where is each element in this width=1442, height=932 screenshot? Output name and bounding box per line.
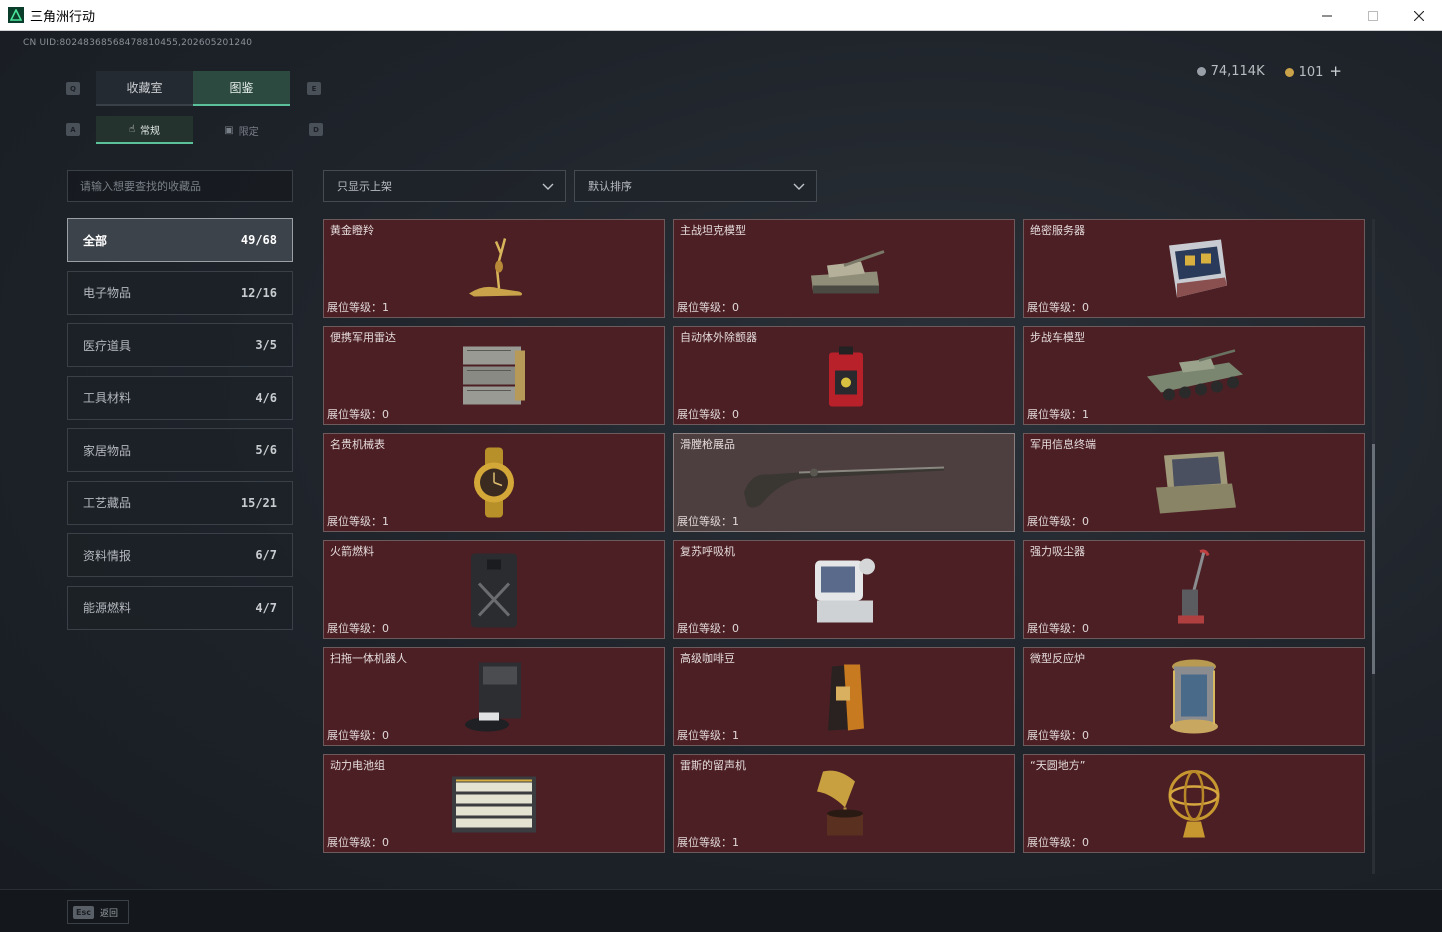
vacuum-icon [1134, 549, 1254, 627]
back-label: 返回 [99, 908, 118, 919]
item-card[interactable]: 步战车模型 展位等级：1 [1023, 326, 1365, 425]
tab-catalog[interactable]: 图鉴 [193, 71, 290, 106]
radar-icon [434, 338, 554, 413]
ifv-icon [1134, 338, 1254, 413]
item-card[interactable]: 便携军用雷达 展位等级：0 [323, 326, 665, 425]
player-uid: CN UID:8024836856847881045​5,20260520124… [23, 38, 253, 48]
gold-currency[interactable]: 101 + [1284, 62, 1342, 80]
grid-scrollbar[interactable] [1372, 219, 1375, 874]
maximize-button[interactable] [1350, 0, 1396, 31]
category-tools[interactable]: 工具材料 4/6 [67, 375, 293, 420]
battery-pack-icon [434, 766, 554, 841]
shelf-filter-value: 只显示上架 [337, 180, 392, 193]
item-card[interactable]: 扫拖一体机器人 展位等级：0 [323, 647, 665, 746]
category-crafts[interactable]: 工艺藏品 15/21 [67, 480, 293, 525]
key-hint-a: A [66, 123, 80, 136]
category-intel[interactable]: 资料情报 6/7 [67, 533, 293, 577]
collection-grid: 黄金瞪羚 展位等级：1 主战坦克模型 展位等级：0 绝密服务器 展位等级：0 便… [323, 219, 1365, 853]
add-currency-button[interactable]: + [1329, 62, 1342, 80]
armillary-sphere-icon [1134, 766, 1254, 841]
app-logo-icon [8, 7, 24, 23]
item-card[interactable]: “天圆地方” 展位等级：0 [1023, 754, 1365, 853]
item-card[interactable]: 强力吸尘器 展位等级：0 [1023, 540, 1365, 639]
key-hint-d: D [309, 123, 323, 136]
currency-bar: 74,114K 101 + [1196, 62, 1342, 80]
item-card[interactable]: 军用信息终端 展位等级：0 [1023, 433, 1365, 532]
item-card[interactable]: 自动体外除颤器 展位等级：0 [673, 326, 1015, 425]
gramophone-icon [784, 766, 904, 841]
close-button[interactable] [1396, 0, 1442, 31]
sub-tabs: ☝ 常规 ▣ 限定 [96, 116, 290, 144]
robot-mop-icon [434, 659, 554, 734]
category-electronics[interactable]: 电子物品 12/16 [67, 270, 293, 315]
item-card[interactable]: 黄金瞪羚 展位等级：1 [323, 219, 665, 318]
item-card[interactable]: 绝密服务器 展位等级：0 [1023, 219, 1365, 318]
minimize-button[interactable] [1304, 0, 1350, 31]
item-card[interactable]: 名贵机械表 展位等级：1 [323, 433, 665, 532]
watch-icon [434, 445, 554, 520]
back-button[interactable]: Esc 返回 [67, 900, 129, 924]
tank-icon [784, 231, 904, 306]
search-box [67, 170, 293, 202]
window-titlebar: 三角洲行动 [0, 0, 1442, 31]
category-medical[interactable]: 医疗道具 3/5 [67, 323, 293, 367]
subtab-regular[interactable]: ☝ 常规 [96, 116, 193, 144]
chevron-down-icon [793, 183, 805, 190]
image-icon: ▣ [224, 124, 234, 136]
server-icon [1134, 231, 1254, 306]
gazelle-icon [434, 231, 554, 306]
shelf-filter-dropdown[interactable]: 只显示上架 [323, 170, 566, 202]
tab-collection-room[interactable]: 收藏室 [96, 71, 193, 106]
bottom-bar: Esc 返回 [0, 889, 1442, 932]
item-card[interactable]: 滑膛枪展品 展位等级：1 [673, 433, 1015, 532]
item-card[interactable]: 复苏呼吸机 展位等级：0 [673, 540, 1015, 639]
musket-icon [739, 445, 949, 520]
defibrillator-icon [784, 338, 904, 413]
sort-dropdown[interactable]: 默认排序 [574, 170, 817, 202]
jerrycan-icon [434, 552, 554, 628]
item-card[interactable]: 高级咖啡豆 展位等级：1 [673, 647, 1015, 746]
silver-currency: 74,114K [1196, 64, 1265, 79]
item-card[interactable]: 火箭燃料 展位等级：0 [323, 540, 665, 639]
key-hint-q: Q [66, 82, 80, 95]
search-input[interactable] [80, 179, 292, 193]
category-list: 全部 49/68 电子物品 12/16 医疗道具 3/5 工具材料 4/6 家居物品 5/… [67, 218, 293, 638]
reactor-icon [1134, 659, 1254, 734]
ventilator-icon [784, 552, 904, 627]
sort-value: 默认排序 [588, 180, 632, 193]
game-viewport: CN UID:8024836856847881045​5,20260520124… [0, 31, 1442, 932]
key-hint-e: E [307, 82, 321, 95]
item-card[interactable]: 微型反应炉 展位等级：0 [1023, 647, 1365, 746]
chevron-down-icon [542, 183, 554, 190]
window-title: 三角洲行动 [30, 9, 96, 25]
main-tabs: 收藏室 图鉴 [96, 71, 290, 106]
item-card[interactable]: 雷斯的留声机 展位等级：1 [673, 754, 1015, 853]
item-card[interactable]: 动力电池组 展位等级：0 [323, 754, 665, 853]
subtab-limited[interactable]: ▣ 限定 [193, 116, 290, 144]
terminal-icon [1134, 445, 1254, 520]
item-card[interactable]: 主战坦克模型 展位等级：0 [673, 219, 1015, 318]
category-energy[interactable]: 能源燃料 4/7 [67, 585, 293, 630]
category-household[interactable]: 家居物品 5/6 [67, 428, 293, 472]
esc-key-hint: Esc [73, 905, 94, 919]
silver-coin-icon [1196, 66, 1206, 76]
coffee-bag-icon [784, 659, 904, 734]
scrollbar-thumb[interactable] [1372, 444, 1375, 674]
hand-icon: ☝ [128, 123, 136, 135]
category-all[interactable]: 全部 49/68 [67, 218, 293, 262]
gold-coin-icon [1284, 68, 1294, 77]
